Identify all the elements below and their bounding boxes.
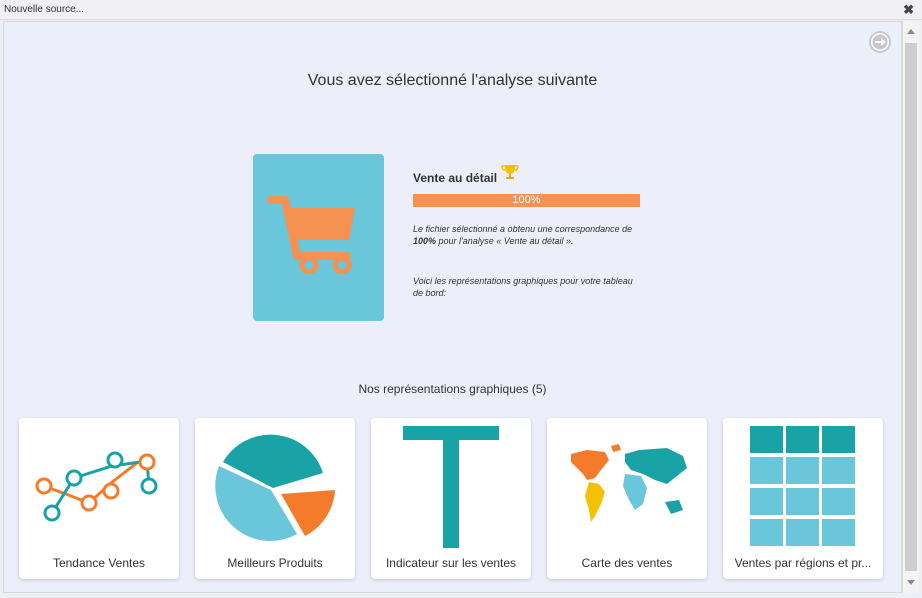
scrollbar-thumb[interactable]	[905, 43, 917, 571]
chart-card-label: Meilleurs Produits	[227, 556, 323, 570]
chart-card-label: Tendance Ventes	[52, 556, 146, 570]
shopping-cart-icon	[267, 196, 355, 274]
analysis-image	[253, 154, 384, 321]
description-text: Le fichier sélectionné a obtenu une corr…	[413, 224, 633, 234]
window-title: Nouvelle source...	[4, 4, 85, 15]
close-icon[interactable]: ✖	[903, 2, 914, 18]
chart-card-table[interactable]: Ventes par régions et pr...	[723, 418, 883, 579]
scroll-down-icon[interactable]	[907, 580, 915, 585]
pie-chart-icon	[215, 434, 335, 541]
line-chart-icon	[35, 451, 158, 522]
chart-card-label: Carte des ventes	[581, 556, 673, 570]
description-percent: 100%	[413, 236, 437, 246]
match-progress-bar: 100%	[413, 194, 640, 207]
indicator-icon	[403, 426, 499, 548]
chart-card-indicator[interactable]: Indicateur sur les ventes	[371, 418, 531, 579]
chart-card-trend[interactable]: Tendance Ventes	[19, 418, 179, 579]
description-text-end: pour l'analyse « Vente au détail ».	[436, 236, 574, 246]
charts-description: Voici les représentations graphiques pou…	[413, 276, 633, 298]
chart-card-top-products[interactable]: Meilleurs Produits	[195, 418, 355, 579]
progress-label: 100%	[512, 194, 541, 206]
chart-card-label: Ventes par régions et pr...	[734, 556, 872, 570]
match-description: Le fichier sélectionné a obtenu une corr…	[413, 223, 643, 247]
chart-card-label: Indicateur sur les ventes	[385, 556, 517, 570]
world-map-icon	[571, 444, 687, 522]
page-heading: Vous avez sélectionné l'analyse suivante	[307, 72, 598, 89]
window-titlebar: Nouvelle source... ✖	[0, 0, 922, 20]
chart-card-map[interactable]: Carte des ventes	[547, 418, 707, 579]
analysis-name: Vente au détail	[413, 171, 498, 185]
arrow-right-icon	[871, 33, 889, 51]
trophy-icon	[501, 165, 519, 179]
table-icon	[750, 426, 855, 546]
scroll-up-icon[interactable]	[907, 29, 915, 34]
charts-heading: Nos représentations graphiques (5)	[358, 382, 547, 396]
next-button[interactable]	[869, 31, 891, 53]
vertical-scrollbar[interactable]	[902, 21, 919, 593]
